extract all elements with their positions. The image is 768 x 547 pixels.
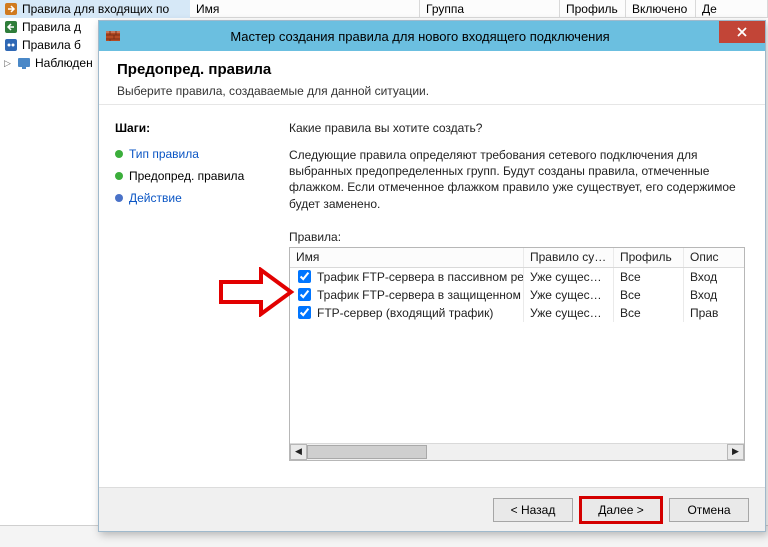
- listview-header: Имя Правило сущ… Профиль Опис: [290, 248, 744, 268]
- rule-profile: Все: [614, 286, 684, 304]
- rule-exists: Уже существ…: [524, 268, 614, 286]
- rule-profile: Все: [614, 268, 684, 286]
- rules-listview[interactable]: Имя Правило сущ… Профиль Опис Трафик FTP…: [289, 247, 745, 461]
- step-label[interactable]: Тип правила: [129, 147, 199, 161]
- table-row[interactable]: Трафик FTP-сервера в пассивном режим…Уже…: [290, 268, 744, 286]
- expand-icon[interactable]: ▷: [4, 58, 13, 69]
- wizard-content: Какие правила вы хотите создать? Следующ…: [279, 111, 765, 487]
- page-title: Предопред. правила: [117, 61, 747, 78]
- next-button[interactable]: Далее >: [581, 498, 661, 522]
- step-label[interactable]: Действие: [129, 191, 182, 205]
- rule-desc: Вход: [684, 268, 730, 286]
- rule-profile: Все: [614, 304, 684, 322]
- step-action[interactable]: Действие: [115, 187, 271, 209]
- scroll-left-icon[interactable]: ◀: [290, 444, 307, 460]
- bullet-icon: [115, 194, 123, 202]
- outbound-rules-icon: [4, 20, 18, 34]
- col-header-exists[interactable]: Правило сущ…: [524, 248, 614, 267]
- tree-item[interactable]: Правила для входящих по: [0, 0, 190, 18]
- table-row[interactable]: Трафик FTP-сервера в защищенном режи…Уже…: [290, 286, 744, 304]
- rule-exists: Уже существ…: [524, 286, 614, 304]
- col-header[interactable]: Имя: [190, 0, 420, 17]
- rule-checkbox[interactable]: [298, 288, 311, 301]
- cancel-button[interactable]: Отмена: [669, 498, 749, 522]
- rule-name: Трафик FTP-сервера в защищенном режи…: [317, 288, 524, 302]
- col-header[interactable]: Включено: [626, 0, 696, 17]
- back-button[interactable]: < Назад: [493, 498, 573, 522]
- table-row[interactable]: FTP-сервер (входящий трафик) Уже существ……: [290, 304, 744, 322]
- scroll-right-icon[interactable]: ▶: [727, 444, 744, 460]
- scrollbar-thumb[interactable]: [307, 445, 427, 459]
- inbound-rules-icon: [4, 2, 18, 16]
- content-description: Следующие правила определяют требования …: [289, 147, 745, 212]
- horizontal-scrollbar[interactable]: ◀ ▶: [290, 443, 744, 460]
- step-label: Предопред. правила: [129, 169, 244, 183]
- tree-item-label: Наблюден: [35, 56, 93, 70]
- step-rule-type[interactable]: Тип правила: [115, 143, 271, 165]
- wizard-header: Предопред. правила Выберите правила, соз…: [99, 51, 765, 105]
- bullet-icon: [115, 150, 123, 158]
- titlebar[interactable]: Мастер создания правила для нового входя…: [99, 21, 765, 51]
- rule-checkbox[interactable]: [298, 270, 311, 283]
- rule-name: FTP-сервер (входящий трафик): [317, 306, 493, 320]
- tree-item-label: Правила для входящих по: [22, 2, 169, 16]
- monitoring-icon: [17, 56, 31, 70]
- col-header-profile[interactable]: Профиль: [614, 248, 684, 267]
- rule-desc: Прав: [684, 304, 730, 322]
- steps-title: Шаги:: [115, 121, 271, 135]
- col-header-name[interactable]: Имя: [290, 248, 524, 267]
- rule-name: Трафик FTP-сервера в пассивном режим…: [317, 270, 524, 284]
- rule-desc: Вход: [684, 286, 730, 304]
- col-header-desc[interactable]: Опис: [684, 248, 730, 267]
- col-header[interactable]: Де: [696, 0, 768, 17]
- wizard-steps: Шаги: Тип правила Предопред. правила Дей…: [99, 111, 279, 487]
- rule-exists: Уже существ…: [524, 304, 614, 322]
- firewall-icon: [105, 28, 121, 44]
- bullet-icon: [115, 172, 123, 180]
- col-header[interactable]: Профиль: [560, 0, 626, 17]
- wizard-footer: < Назад Далее > Отмена: [99, 487, 765, 531]
- wizard-dialog: Мастер создания правила для нового входя…: [98, 20, 766, 532]
- rules-label: Правила:: [289, 230, 745, 244]
- step-predefined-rules: Предопред. правила: [115, 165, 271, 187]
- close-button[interactable]: [719, 21, 765, 43]
- close-icon: [736, 26, 748, 38]
- rule-checkbox[interactable]: [298, 306, 311, 319]
- connection-rules-icon: [4, 38, 18, 52]
- tree-item-label: Правила б: [22, 38, 81, 52]
- tree-item-label: Правила д: [22, 20, 81, 34]
- content-question: Какие правила вы хотите создать?: [289, 121, 745, 135]
- wizard-title: Мастер создания правила для нового входя…: [121, 29, 765, 44]
- col-header[interactable]: Группа: [420, 0, 560, 17]
- scrollbar-track[interactable]: [307, 444, 727, 460]
- background-column-header: Имя Группа Профиль Включено Де: [190, 0, 768, 18]
- page-subtitle: Выберите правила, создаваемые для данной…: [117, 84, 747, 98]
